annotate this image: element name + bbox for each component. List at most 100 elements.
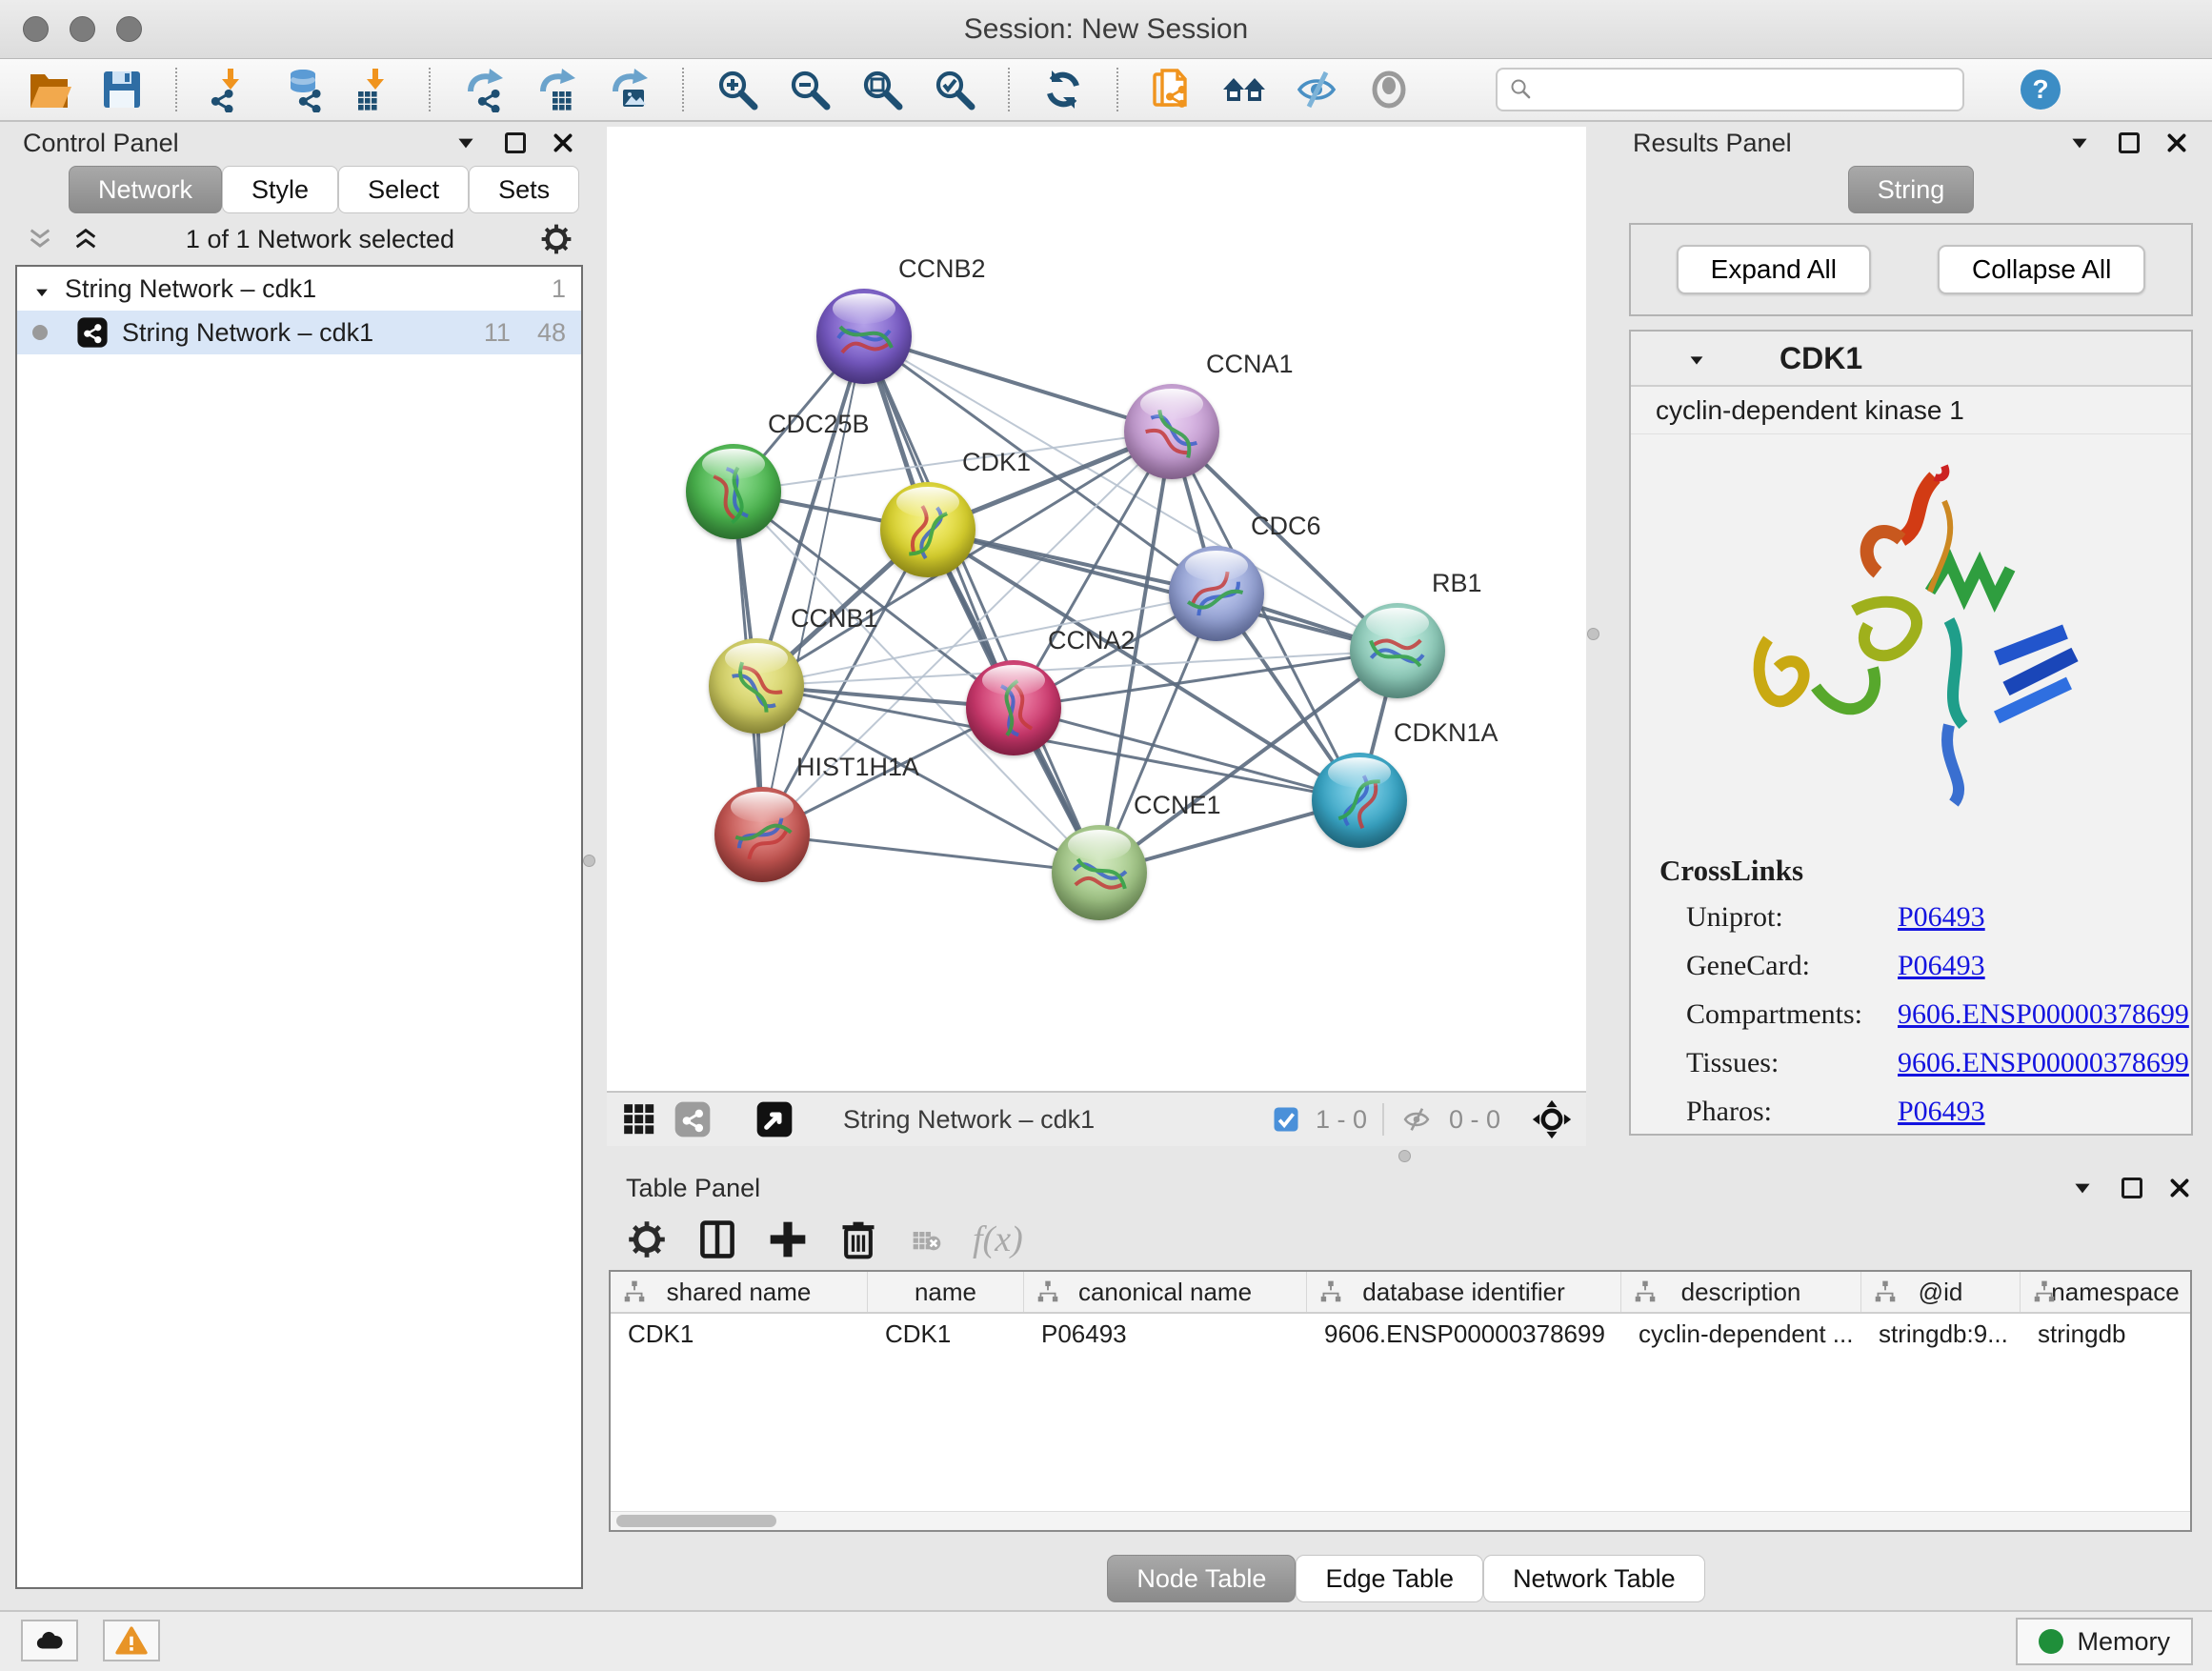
- crosslink-link[interactable]: 9606.ENSP00000378699: [1898, 998, 2189, 1031]
- horizontal-scrollbar[interactable]: [611, 1511, 2192, 1530]
- table-cell[interactable]: CDK1: [611, 1314, 868, 1354]
- grid-view-icon[interactable]: [620, 1100, 658, 1138]
- network-options-gear-icon[interactable]: [539, 222, 573, 256]
- delete-column-icon[interactable]: [837, 1218, 879, 1260]
- gene-header[interactable]: CDK1: [1631, 332, 2191, 387]
- search-input[interactable]: [1541, 75, 1951, 105]
- window-close-button[interactable]: [23, 16, 49, 42]
- crosslink-link[interactable]: P06493: [1898, 950, 1985, 982]
- save-icon[interactable]: [99, 67, 145, 112]
- panel-float-icon[interactable]: [505, 132, 526, 153]
- homes-icon[interactable]: [1221, 67, 1267, 112]
- window-zoom-button[interactable]: [116, 16, 142, 42]
- table-cell[interactable]: 9606.ENSP00000378699: [1307, 1314, 1621, 1354]
- tab-select[interactable]: Select: [338, 166, 469, 213]
- tab-string[interactable]: String: [1848, 166, 1975, 213]
- tab-sets[interactable]: Sets: [469, 166, 579, 213]
- scrollbar-thumb[interactable]: [616, 1515, 776, 1527]
- panel-float-icon[interactable]: [2122, 1178, 2142, 1198]
- zoom-out-icon[interactable]: [787, 67, 833, 112]
- table-cell[interactable]: stringdb: [2021, 1314, 2192, 1354]
- network-node-CCNB1[interactable]: [709, 638, 804, 734]
- network-node-CCNB2[interactable]: [816, 289, 912, 384]
- fit-selected-crosshair-icon[interactable]: [1531, 1098, 1573, 1140]
- crosslink-link[interactable]: P06493: [1898, 1096, 1985, 1128]
- network-node-CDKN1A[interactable]: [1312, 753, 1407, 848]
- table-cell[interactable]: stringdb:9...: [1861, 1314, 2021, 1354]
- network-node-HIST1H1A[interactable]: [714, 787, 810, 882]
- export-network-icon[interactable]: [461, 67, 507, 112]
- collapse-arrow-icon[interactable]: [32, 279, 51, 298]
- column-header-canonical-name[interactable]: canonical name: [1024, 1272, 1307, 1312]
- panel-menu-icon[interactable]: [2067, 131, 2092, 155]
- network-node-CDC25B[interactable]: [686, 444, 781, 539]
- show-columns-icon[interactable]: [696, 1218, 738, 1260]
- network-node-CDK1[interactable]: [880, 482, 975, 577]
- column-header-namespace[interactable]: namespace: [2021, 1272, 2192, 1312]
- export-table-icon[interactable]: [533, 67, 579, 112]
- network-view-icon[interactable]: [674, 1100, 712, 1138]
- network-node-CCNA2[interactable]: [966, 660, 1061, 755]
- network-node-CCNE1[interactable]: [1052, 825, 1147, 920]
- expand-all-icon[interactable]: [70, 226, 101, 252]
- collapse-all-button[interactable]: Collapse All: [1938, 245, 2145, 294]
- network-node-CDC6[interactable]: [1169, 546, 1264, 641]
- open-folder-icon[interactable]: [27, 67, 72, 112]
- warning-status-button[interactable]: [103, 1620, 160, 1661]
- table-cell[interactable]: CDK1: [868, 1314, 1024, 1354]
- tab-edge-table[interactable]: Edge Table: [1296, 1555, 1483, 1602]
- zoom-in-icon[interactable]: [714, 67, 760, 112]
- column-header-description[interactable]: description: [1621, 1272, 1861, 1312]
- panel-close-icon[interactable]: [2164, 131, 2189, 155]
- tab-style[interactable]: Style: [222, 166, 338, 213]
- right-splitter-handle[interactable]: [1587, 628, 1599, 640]
- expand-all-button[interactable]: Expand All: [1677, 245, 1871, 294]
- eye-disabled-icon[interactable]: [1366, 67, 1412, 112]
- column-header-shared-name[interactable]: shared name: [611, 1272, 868, 1312]
- network-node-RB1[interactable]: [1350, 603, 1445, 698]
- panel-menu-icon[interactable]: [453, 131, 478, 155]
- selected-checkbox-icon[interactable]: [1272, 1105, 1300, 1134]
- cloud-status-button[interactable]: [21, 1620, 78, 1661]
- zoom-fit-icon[interactable]: [859, 67, 905, 112]
- network-view-canvas[interactable]: CCNB2CCNA1CDC25BCDK1CDC6RB1CCNB1CCNA2CDK…: [607, 127, 1586, 1091]
- panel-close-icon[interactable]: [2167, 1176, 2192, 1200]
- search-box[interactable]: [1496, 68, 1964, 111]
- network-collection-row[interactable]: String Network – cdk1 1: [17, 267, 581, 311]
- crosslink-link[interactable]: P06493: [1898, 901, 1985, 934]
- table-cell[interactable]: P06493: [1024, 1314, 1307, 1354]
- column-header-database-identifier[interactable]: database identifier: [1307, 1272, 1621, 1312]
- add-column-icon[interactable]: [767, 1218, 809, 1260]
- string-doc-icon[interactable]: [1149, 67, 1195, 112]
- import-table-icon[interactable]: [352, 67, 398, 112]
- collapse-arrow-icon[interactable]: [1686, 348, 1707, 369]
- table-row[interactable]: CDK1CDK1P064939606.ENSP00000378699cyclin…: [611, 1314, 2190, 1354]
- window-minimize-button[interactable]: [70, 16, 95, 42]
- birds-eye-view-icon[interactable]: [755, 1100, 794, 1138]
- tab-network-table[interactable]: Network Table: [1483, 1555, 1705, 1602]
- network-row-selected[interactable]: String Network – cdk1 11 48: [17, 311, 581, 354]
- collapse-all-icon[interactable]: [25, 226, 55, 252]
- tab-node-table[interactable]: Node Table: [1107, 1555, 1296, 1602]
- import-database-icon[interactable]: [280, 67, 326, 112]
- eye-hide-icon[interactable]: [1294, 67, 1339, 112]
- help-icon[interactable]: ?: [2018, 67, 2063, 112]
- import-network-icon[interactable]: [208, 67, 253, 112]
- left-splitter-handle[interactable]: [583, 855, 595, 867]
- table-cell[interactable]: cyclin-dependent ...: [1621, 1314, 1861, 1354]
- refresh-icon[interactable]: [1040, 67, 1086, 112]
- memory-button[interactable]: Memory: [2016, 1618, 2193, 1665]
- hidden-eye-icon[interactable]: [1399, 1104, 1434, 1135]
- panel-menu-icon[interactable]: [2070, 1176, 2095, 1200]
- network-node-CCNA1[interactable]: [1124, 384, 1219, 479]
- panel-close-icon[interactable]: [551, 131, 575, 155]
- column-header-@id[interactable]: @id: [1861, 1272, 2021, 1312]
- column-header-name[interactable]: name: [868, 1272, 1024, 1312]
- table-options-gear-icon[interactable]: [626, 1218, 668, 1260]
- crosslink-link[interactable]: 9606.ENSP00000378699: [1898, 1047, 2189, 1079]
- export-image-icon[interactable]: [606, 67, 652, 112]
- panel-float-icon[interactable]: [2119, 132, 2140, 153]
- tab-network[interactable]: Network: [69, 166, 222, 213]
- bottom-splitter-handle[interactable]: [1398, 1150, 1411, 1162]
- zoom-selected-icon[interactable]: [932, 67, 977, 112]
